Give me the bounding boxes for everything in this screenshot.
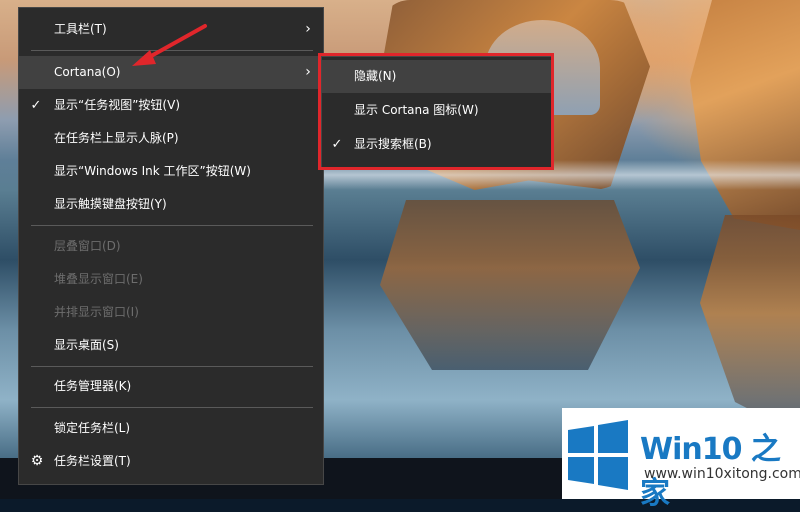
menu-item-taskbar-settings-label: 任务栏设置(T) [54, 454, 131, 468]
menu-item-show-windows-ink-button-label: 显示“Windows Ink 工作区”按钮(W) [54, 164, 251, 178]
submenu-item-show-search-box-label: 显示搜索框(B) [354, 137, 432, 151]
logo-url: www.win10xitong.com [644, 466, 800, 482]
menu-item-toolbars-label: 工具栏(T) [54, 22, 107, 36]
menu-item-show-task-view-button[interactable]: ✓ 显示“任务视图”按钮(V) [19, 89, 323, 122]
submenu-item-show-cortana-icon-label: 显示 Cortana 图标(W) [354, 103, 479, 117]
menu-item-stack-windows: 堆叠显示窗口(E) [19, 263, 323, 296]
red-arrow-annotation [132, 24, 207, 66]
menu-separator [31, 225, 313, 226]
menu-item-show-windows-ink-button[interactable]: 显示“Windows Ink 工作区”按钮(W) [19, 155, 323, 188]
submenu-item-hidden[interactable]: 隐藏(N) [322, 60, 552, 93]
checkmark-icon: ✓ [331, 137, 343, 152]
submenu-item-show-cortana-icon[interactable]: 显示 Cortana 图标(W) [322, 94, 552, 127]
menu-item-show-desktop-label: 显示桌面(S) [54, 338, 119, 352]
checkmark-icon: ✓ [30, 98, 42, 113]
menu-item-cortana-label: Cortana(O) [54, 65, 121, 79]
submenu-item-hidden-label: 隐藏(N) [354, 69, 397, 83]
menu-item-show-task-view-button-label: 显示“任务视图”按钮(V) [54, 98, 181, 112]
menu-item-task-manager-label: 任务管理器(K) [54, 379, 132, 393]
taskbar-context-menu: 工具栏(T) › Cortana(O) › ✓ 显示“任务视图”按钮(V) 在任… [18, 7, 324, 485]
wallpaper-reflection-left [380, 200, 640, 370]
menu-item-task-manager[interactable]: 任务管理器(K) [19, 370, 323, 403]
menu-item-cascade-windows-label: 层叠窗口(D) [54, 239, 121, 253]
menu-item-show-touch-keyboard-button[interactable]: 显示触摸键盘按钮(Y) [19, 188, 323, 221]
win10-logo-watermark: Win10 之家 www.win10xitong.com [562, 408, 800, 511]
menu-item-side-by-side-windows: 并排显示窗口(I) [19, 296, 323, 329]
windows-logo-icon [568, 420, 628, 490]
menu-item-lock-taskbar[interactable]: 锁定任务栏(L) [19, 412, 323, 445]
cortana-submenu: 隐藏(N) 显示 Cortana 图标(W) ✓ 显示搜索框(B) [321, 56, 553, 168]
menu-item-show-people[interactable]: 在任务栏上显示人脉(P) [19, 122, 323, 155]
menu-item-stack-windows-label: 堆叠显示窗口(E) [54, 272, 143, 286]
chevron-right-icon: › [305, 64, 311, 80]
chevron-right-icon: › [305, 21, 311, 37]
menu-separator [31, 366, 313, 367]
menu-item-cascade-windows: 层叠窗口(D) [19, 230, 323, 263]
menu-item-show-desktop[interactable]: 显示桌面(S) [19, 329, 323, 362]
menu-separator [31, 407, 313, 408]
gear-icon: ⚙ [30, 453, 44, 469]
submenu-item-show-search-box[interactable]: ✓ 显示搜索框(B) [322, 128, 552, 161]
menu-item-taskbar-settings[interactable]: ⚙ 任务栏设置(T) [19, 445, 323, 478]
menu-item-lock-taskbar-label: 锁定任务栏(L) [54, 421, 131, 435]
menu-item-show-people-label: 在任务栏上显示人脉(P) [54, 131, 179, 145]
menu-item-side-by-side-windows-label: 并排显示窗口(I) [54, 305, 139, 319]
logo-title-win10: Win10 [640, 432, 742, 467]
menu-item-show-touch-keyboard-button-label: 显示触摸键盘按钮(Y) [54, 197, 167, 211]
